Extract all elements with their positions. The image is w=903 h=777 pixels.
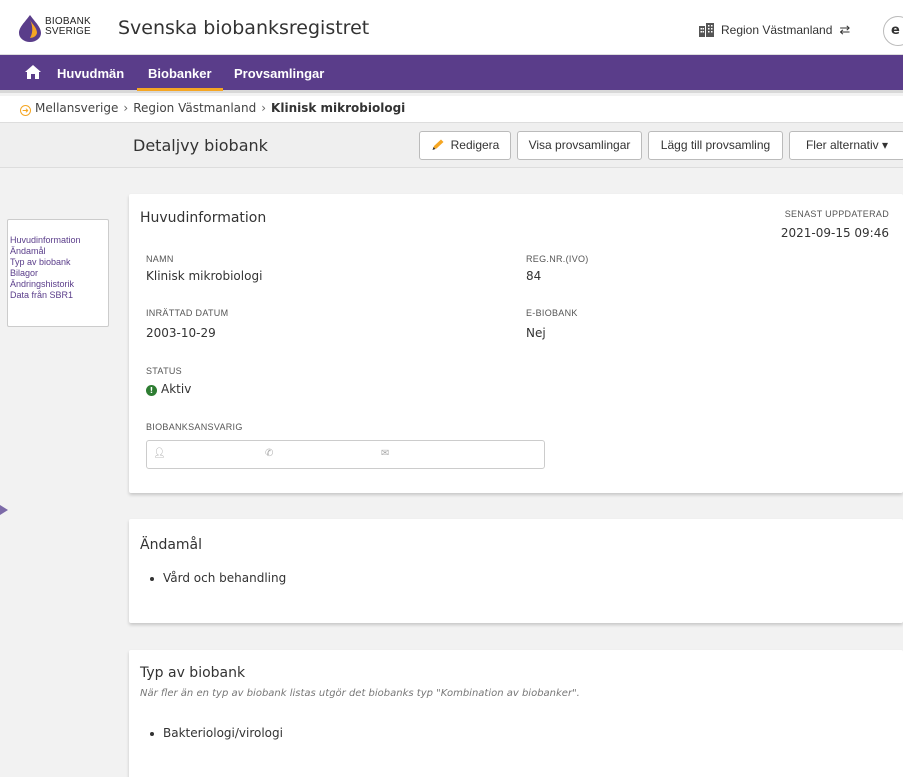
page-title: Detaljvy biobank — [133, 136, 268, 155]
responsible-label: BIOBANKSANSVARIG — [146, 422, 243, 432]
sidenav-item-bilagor[interactable]: Bilagor — [8, 268, 108, 279]
nav-item-huvudman[interactable]: Huvudmän — [57, 66, 124, 81]
created-value: 2003-10-29 — [146, 326, 216, 340]
responsible-contact-box: 👤︎ ✆ ✉ — [146, 440, 545, 469]
reg-value: 84 — [526, 269, 542, 283]
name-label: NAMN — [146, 254, 174, 264]
edit-button-label: Redigera — [450, 138, 500, 152]
main-info-card: Huvudinformation SENAST UPPDATERAD 2021-… — [129, 194, 903, 493]
breadcrumb: ➜ Mellansverige › Region Västmanland › Klinis… — [0, 96, 903, 122]
main-nav: Huvudmän Biobanker Provsamlingar — [0, 55, 903, 93]
biobank-type-card: Typ av biobank När fler än en typ av bio… — [129, 650, 903, 777]
status-label: STATUS — [146, 366, 182, 376]
sidenav-item-andamal[interactable]: Ändamål — [8, 246, 108, 257]
updated-label: SENAST UPPDATERAD — [784, 209, 889, 219]
sidenav-item-huvudinformation[interactable]: Huvudinformation — [8, 235, 108, 246]
created-label: INRÄTTAD DATUM — [146, 308, 229, 318]
app-header: BIOBANK SVERIGE Svenska biobanksregistre… — [0, 0, 903, 55]
app-title[interactable]: Svenska biobanksregistret — [118, 17, 369, 39]
nav-item-provsamlingar[interactable]: Provsamlingar — [234, 66, 324, 81]
status-value: ! Aktiv — [146, 382, 191, 396]
sidenav-item-historik[interactable]: Ändringshistorik — [8, 279, 108, 290]
biobank-type-list-item: Bakteriologi/virologi — [150, 726, 283, 740]
add-collection-button[interactable]: Lägg till provsamling — [648, 131, 783, 160]
user-menu-button[interactable]: e — [883, 16, 903, 46]
sidenav-toggle-icon[interactable] — [0, 505, 8, 515]
biobank-type-note: När fler än en typ av biobank listas utg… — [140, 688, 580, 699]
active-tab-indicator — [137, 88, 223, 91]
logo-line2: SVERIGE — [45, 26, 91, 37]
breadcrumb-item-current: Klinisk mikrobiologi — [271, 101, 406, 115]
sidenav-item-sbr1[interactable]: Data från SBR1 — [8, 290, 108, 301]
phone-icon: ✆ — [265, 448, 274, 459]
biobank-type-title: Typ av biobank — [140, 665, 246, 681]
envelope-icon: ✉ — [381, 448, 390, 459]
pencil-icon — [432, 139, 444, 150]
more-options-dropdown[interactable]: Fler alternativ ▾ — [789, 131, 903, 160]
page-toolbar: Detaljvy biobank Redigera Visa provsamli… — [0, 122, 903, 168]
buildings-icon — [699, 23, 714, 37]
drop-logo-icon — [19, 15, 41, 42]
updated-value: 2021-09-15 09:46 — [780, 226, 889, 240]
sidenav-item-typ[interactable]: Typ av biobank — [8, 257, 108, 268]
purpose-list-item: Vård och behandling — [149, 571, 287, 585]
person-icon: 👤︎ — [153, 448, 166, 459]
reg-label: REG.NR.(IVO) — [526, 254, 589, 264]
main-info-title: Huvudinformation — [140, 210, 267, 226]
home-icon[interactable] — [24, 64, 42, 80]
logo-text: BIOBANK SVERIGE — [45, 17, 91, 37]
section-sidenav: Huvudinformation Ändamål Typ av biobank … — [7, 219, 109, 327]
arrow-circle-icon: ➜ — [20, 105, 31, 116]
breadcrumb-item-region[interactable]: Region Västmanland — [133, 101, 256, 115]
biobank-logo[interactable]: BIOBANK SVERIGE — [17, 12, 91, 44]
chevron-right-icon: › — [261, 101, 267, 115]
breadcrumb-item-mellansverige[interactable]: Mellansverige — [35, 101, 118, 115]
exclamation-circle-icon: ! — [146, 385, 157, 396]
region-selector[interactable]: Region Västmanland ⇄ — [698, 22, 850, 38]
edit-button[interactable]: Redigera — [419, 131, 511, 160]
purpose-card: Ändamål Vård och behandling — [129, 519, 903, 623]
name-value: Klinisk mikrobiologi — [146, 269, 263, 283]
ebiobank-label: E-BIOBANK — [526, 308, 578, 318]
region-name: Region Västmanland — [721, 23, 833, 37]
swap-icon: ⇄ — [839, 22, 851, 37]
purpose-title: Ändamål — [140, 537, 203, 553]
show-collections-button[interactable]: Visa provsamlingar — [517, 131, 642, 160]
status-text: Aktiv — [161, 382, 192, 396]
chevron-right-icon: › — [123, 101, 129, 115]
nav-item-biobanker[interactable]: Biobanker — [148, 66, 212, 81]
ebiobank-value: Nej — [526, 326, 546, 340]
